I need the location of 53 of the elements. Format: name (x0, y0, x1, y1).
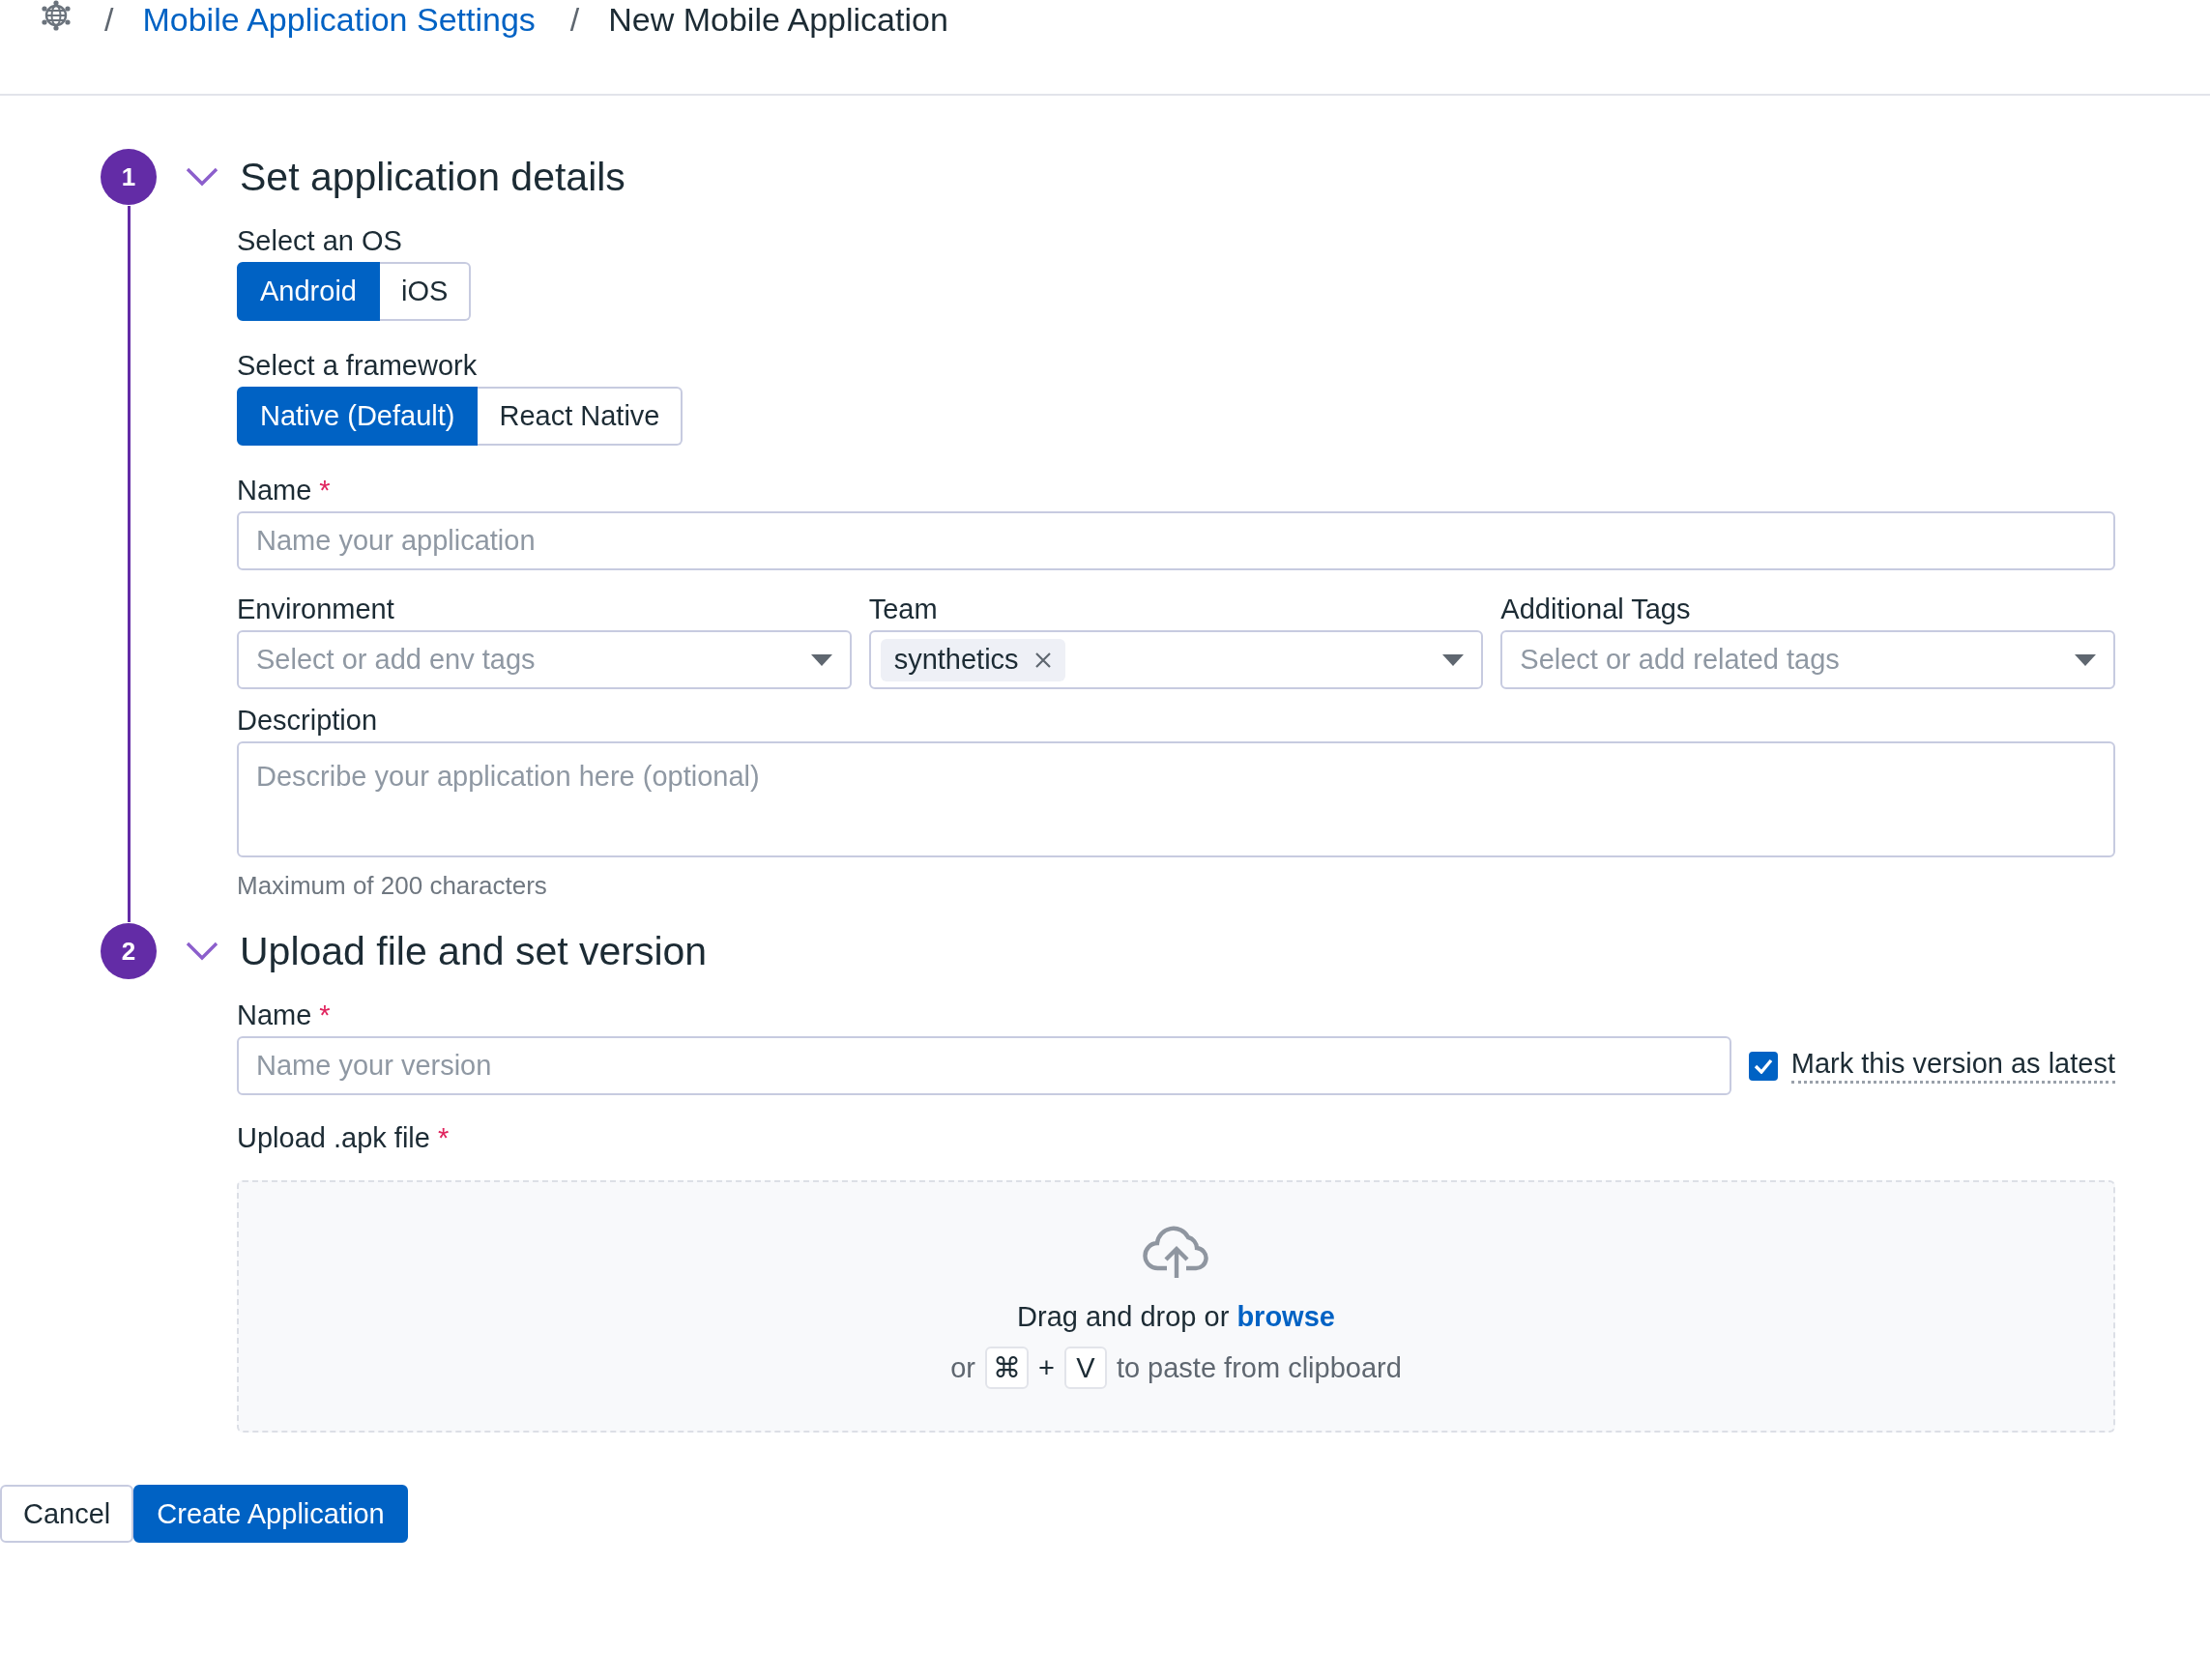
chevron-down-icon[interactable] (186, 167, 218, 187)
checkbox[interactable] (1748, 1051, 1778, 1081)
breadcrumb-separator: / (104, 1, 114, 38)
helper-text: Maximum of 200 characters (237, 871, 548, 901)
section-heading: Set application details (240, 154, 625, 200)
field-label: Additional Tags (1500, 593, 1691, 625)
step-number: 1 (101, 149, 157, 205)
segment-option[interactable]: Android (237, 262, 380, 321)
field-label: Upload .apk file (237, 1121, 430, 1154)
segment-option[interactable]: iOS (379, 262, 472, 321)
description-textarea[interactable]: Describe your application here (optional) (237, 741, 2115, 857)
tag-text: synthetics (893, 644, 1019, 676)
field-label: Name (237, 999, 312, 1031)
segment-option[interactable]: React Native (478, 387, 683, 446)
required-asterisk: * (319, 999, 331, 1031)
dropdown-caret-icon (810, 653, 832, 666)
required-asterisk: * (437, 1121, 450, 1154)
plus-sign: + (1037, 1351, 1055, 1384)
cloud-upload-icon (1142, 1224, 1210, 1280)
create-button[interactable]: Create Application (133, 1485, 408, 1543)
keyboard-key: ⌘ (984, 1347, 1029, 1389)
checkbox-label[interactable]: Mark this version as latest (1790, 1048, 2115, 1084)
chevron-down-icon[interactable] (186, 941, 218, 961)
cancel-button[interactable]: Cancel (0, 1485, 134, 1543)
paste-hint-text: to paste from clipboard (1116, 1351, 1402, 1384)
field-label: Name (237, 474, 312, 507)
placeholder-text: Select or add related tags (1520, 644, 1841, 676)
dropdown-caret-icon (2075, 653, 2096, 666)
dropdown-caret-icon (1442, 653, 1465, 666)
required-asterisk: * (319, 474, 331, 507)
step-number: 2 (101, 923, 157, 979)
field-label: Select a framework (237, 349, 478, 382)
current-page-title: New Mobile Application (608, 1, 948, 38)
section-heading: Upload file and set version (240, 928, 708, 974)
select-field[interactable]: synthetics (868, 630, 1484, 689)
close-icon[interactable] (1033, 651, 1052, 669)
text-input[interactable]: Name your application (237, 511, 2115, 570)
keyboard-key: V (1063, 1347, 1107, 1389)
placeholder-text: Select or add env tags (256, 644, 537, 676)
browse-link[interactable]: browse (1236, 1301, 1335, 1332)
globe-icon[interactable] (41, 0, 72, 31)
text-input[interactable]: Name your version (237, 1036, 1731, 1095)
breadcrumb-separator: / (569, 1, 580, 38)
breadcrumb-link[interactable]: Mobile Application Settings (142, 1, 536, 38)
paste-hint-text: or (950, 1351, 975, 1384)
field-label: Team (868, 593, 938, 625)
checkmark-icon (1753, 1057, 1773, 1074)
segment-option[interactable]: Native (Default) (237, 387, 479, 446)
field-label: Select an OS (237, 224, 402, 257)
file-dropzone[interactable]: Drag and drop or browse or ⌘ + V to paste from clipboard (237, 1180, 2115, 1433)
field-label: Environment (237, 593, 394, 625)
field-label: Description (237, 704, 378, 737)
dropzone-instructions: Drag and drop or browse (1017, 1301, 1335, 1333)
